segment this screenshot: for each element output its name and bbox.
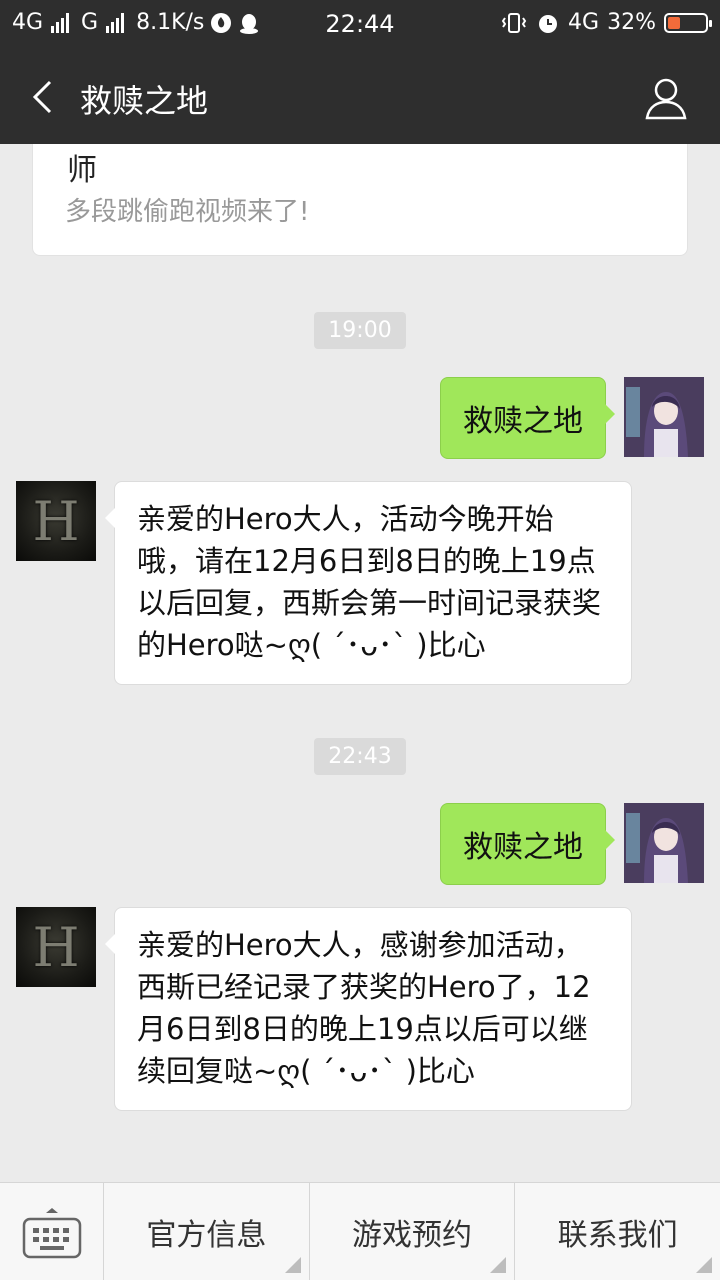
- menu-contact-us[interactable]: 联系我们: [515, 1183, 720, 1280]
- submenu-indicator-icon: [490, 1257, 507, 1273]
- battery-icon: [664, 12, 712, 33]
- incoming-message[interactable]: 亲爱的Hero大人，活动今晚开始哦，请在12月6日到8日的晚上19点以后回复，西…: [105, 481, 632, 685]
- timestamp-text: 22:43: [314, 738, 406, 775]
- menu-label: 联系我们: [557, 1218, 678, 1253]
- submenu-indicator-icon: [284, 1257, 301, 1273]
- article-card[interactable]: 师 多段跳偷跑视频来了!: [32, 144, 688, 256]
- article-card-desc: 多段跳偷跑视频来了!: [65, 197, 310, 227]
- menu-official-info[interactable]: 官方信息: [104, 1183, 310, 1280]
- official-account-avatar[interactable]: H: [16, 481, 96, 561]
- bottom-menu: 官方信息 游戏预约 联系我们: [0, 1182, 720, 1280]
- vibrate-icon: [501, 12, 527, 33]
- title-bar: 救赎之地: [0, 50, 720, 144]
- outgoing-message[interactable]: 救赎之地: [440, 803, 615, 885]
- hero-logo: H: [32, 489, 80, 553]
- menu-label: 官方信息: [146, 1218, 267, 1253]
- incoming-message[interactable]: 亲爱的Hero大人，感谢参加活动，西斯已经记录了获奖的Hero了，12月6日到8…: [105, 907, 632, 1111]
- timestamp-text: 19:00: [314, 312, 406, 349]
- keyboard-toggle-button[interactable]: [0, 1183, 104, 1280]
- battery-percent: 32%: [607, 10, 656, 35]
- anime-avatar-image: [624, 377, 704, 457]
- status-right: 4G 32%: [500, 10, 712, 35]
- menu-game-reservation[interactable]: 游戏预约: [310, 1183, 516, 1280]
- official-account-avatar[interactable]: H: [16, 907, 96, 987]
- menu-label: 游戏预约: [352, 1218, 472, 1253]
- chat-area[interactable]: 师 多段跳偷跑视频来了! 19:00 救赎之地 H 亲爱的Hero大人，活动今晚…: [0, 144, 720, 1182]
- anime-avatar-image: [624, 803, 704, 883]
- profile-button[interactable]: [642, 74, 690, 122]
- timestamp: 22:43: [0, 738, 720, 775]
- outgoing-message[interactable]: 救赎之地: [440, 377, 615, 459]
- status-bar: 4G G 8.1K/s 22:44 4G 32%: [0, 0, 720, 50]
- article-card-title: 师: [67, 153, 97, 188]
- user-avatar[interactable]: [624, 377, 704, 457]
- alarm-icon: [539, 14, 558, 33]
- chevron-left-icon: [32, 80, 52, 114]
- page-title: 救赎之地: [80, 82, 209, 120]
- user-avatar[interactable]: [624, 803, 704, 883]
- submenu-indicator-icon: [696, 1257, 713, 1273]
- hero-logo: H: [32, 915, 80, 979]
- timestamp: 19:00: [0, 312, 720, 349]
- keyboard-icon: [22, 1208, 82, 1259]
- user-icon: [645, 78, 687, 120]
- back-button[interactable]: [22, 74, 62, 120]
- network-type-3: 4G: [568, 10, 600, 35]
